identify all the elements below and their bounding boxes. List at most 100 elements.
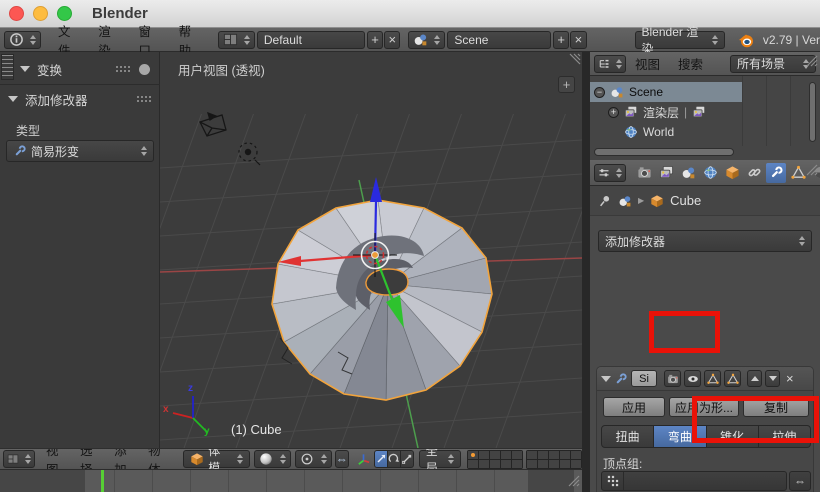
mode-bend-button[interactable]: 弯曲	[654, 425, 707, 448]
screen-layout-select[interactable]: Default	[256, 30, 365, 49]
scene-icon-button[interactable]	[408, 30, 446, 49]
mode-stretch-button[interactable]: 拉伸	[758, 425, 811, 448]
apply-button[interactable]: 应用	[603, 397, 665, 417]
current-frame-marker[interactable]	[101, 470, 104, 492]
window-zoom-button[interactable]	[57, 6, 72, 21]
render-camera-icon	[637, 165, 652, 180]
transform-orientation-select[interactable]: 全局	[418, 449, 461, 469]
window-minimize-button[interactable]	[33, 6, 48, 21]
camera-object-icon[interactable]	[199, 111, 227, 137]
add-modifier-dropdown[interactable]: 添加修改器	[598, 230, 812, 252]
view3d-editor-type-button[interactable]	[3, 450, 35, 468]
menu-view3d-object[interactable]: 物体	[139, 449, 173, 469]
copy-button[interactable]: 复制	[743, 397, 809, 417]
menu-view3d-select[interactable]: 选择	[71, 449, 105, 469]
region-resize-grip[interactable]	[569, 53, 581, 65]
mode-taper-button[interactable]: 锥化	[706, 425, 759, 448]
vertex-group-field[interactable]	[601, 471, 787, 491]
updown-arrows-icon	[234, 454, 243, 464]
timeline-strip[interactable]	[0, 470, 582, 492]
separator-pipe: |	[684, 105, 688, 119]
scene-icon	[413, 32, 428, 47]
outliner-menu-search[interactable]: 搜索	[669, 54, 712, 73]
expand-expander-icon[interactable]: +	[608, 106, 619, 118]
screen-layout-icon-button[interactable]	[217, 30, 255, 49]
viewport-visibility-toggle[interactable]	[684, 370, 701, 387]
modifier-name-field[interactable]: Si	[631, 370, 657, 387]
window-close-button[interactable]	[9, 6, 24, 21]
mini-axis-gizmo	[172, 396, 208, 433]
move-modifier-up-button[interactable]	[747, 370, 762, 387]
tab-object[interactable]	[722, 163, 742, 183]
edit-mode-toggle[interactable]	[704, 370, 721, 387]
viewport-canvas[interactable]	[160, 52, 582, 448]
region-grip-icon[interactable]	[1, 54, 14, 80]
collapse-arrow-icon[interactable]	[601, 375, 611, 382]
outliner-row-scene[interactable]: − Scene	[590, 82, 742, 102]
outliner-menu-view[interactable]: 视图	[626, 54, 669, 73]
scene-select[interactable]: Scene	[447, 30, 552, 49]
region-resize-grip[interactable]	[805, 54, 819, 68]
translate-manipulator-button[interactable]	[373, 450, 388, 468]
pivot-point-select[interactable]	[294, 450, 332, 468]
render-layers-icon	[659, 165, 674, 180]
tab-scene[interactable]	[678, 163, 698, 183]
interaction-mode-select[interactable]: 物体模式	[183, 449, 250, 469]
outliner-row-renderlayer[interactable]: + 渲染层 |	[608, 102, 808, 122]
transform-panel-header[interactable]: 变换	[20, 60, 156, 78]
open-properties-region-button[interactable]: +	[558, 76, 575, 93]
updown-arrows-icon	[27, 34, 36, 45]
chain-link-icon	[747, 165, 762, 180]
render-engine-select[interactable]: Blender 渲染	[634, 25, 725, 56]
viewport-shading-select[interactable]	[253, 450, 291, 468]
apply-as-shape-button[interactable]: 应用为形...	[669, 397, 739, 417]
type-label: 类型	[16, 124, 41, 138]
outliner-horizontal-scrollbar[interactable]	[594, 148, 734, 156]
modifier-type-value: 简易形变	[31, 144, 80, 159]
add-modifier-label: 添加修改器	[605, 234, 666, 249]
edit-mode-icon	[707, 373, 719, 385]
add-scene-button[interactable]: +	[553, 30, 570, 49]
region-divider[interactable]	[582, 52, 590, 492]
outliner-row-world[interactable]: World	[624, 122, 804, 142]
info-editor-type-button[interactable]	[4, 30, 41, 49]
cage-mode-toggle[interactable]	[724, 370, 741, 387]
tab-render-layers[interactable]	[656, 163, 676, 183]
invert-vertex-group-button[interactable]: ⇔	[789, 471, 811, 491]
region-resize-grip[interactable]	[567, 474, 581, 488]
move-modifier-down-button[interactable]	[765, 370, 780, 387]
scale-manipulator-button[interactable]	[400, 450, 414, 468]
mode-twist-button[interactable]: 扭曲	[601, 425, 655, 448]
region-resize-grip[interactable]	[805, 163, 819, 177]
manipulator-toggle-button[interactable]: ⇔	[334, 450, 349, 468]
menu-view3d-view[interactable]: 视图	[37, 449, 71, 469]
menu-view3d-add[interactable]: 添加	[105, 449, 139, 469]
close-scene-button[interactable]: ×	[570, 30, 587, 49]
pin-icon[interactable]	[598, 194, 612, 208]
add-modifier-panel-header[interactable]: 添加修改器	[8, 90, 154, 108]
collapse-expander-icon[interactable]: −	[594, 86, 605, 98]
tab-world[interactable]	[700, 163, 720, 183]
delete-modifier-button[interactable]: ×	[786, 371, 794, 386]
collapse-arrow-icon	[20, 66, 30, 72]
viewport-3d[interactable]: 用户视图 (透视) + x z y (1) Cube	[160, 52, 582, 448]
modifier-type-select[interactable]: 简易形变	[6, 140, 154, 162]
layers-grid-2[interactable]	[526, 449, 582, 469]
layers-grid[interactable]	[467, 449, 523, 469]
close-layout-button[interactable]: ×	[384, 30, 401, 49]
add-layout-button[interactable]: +	[367, 30, 384, 49]
panel-grip-icon[interactable]	[116, 65, 131, 73]
properties-editor-type-button[interactable]	[594, 163, 626, 182]
render-visibility-toggle[interactable]	[664, 370, 681, 387]
outliner-editor-type-button[interactable]	[594, 54, 626, 73]
panel-grip-icon[interactable]	[137, 95, 152, 103]
tab-modifiers[interactable]	[766, 162, 786, 183]
blender-window: Blender 文件 渲染 窗口 帮助 Default + × Scene + …	[0, 0, 820, 492]
tab-constraints[interactable]	[744, 163, 764, 183]
outliner-display-filter-select[interactable]: 所有场景	[730, 54, 816, 73]
tab-render[interactable]	[634, 163, 654, 183]
torus-object[interactable]	[271, 199, 493, 401]
rotate-manipulator-button[interactable]	[387, 450, 401, 468]
updown-arrows-icon	[796, 236, 805, 246]
outliner-vertical-scrollbar[interactable]	[809, 82, 816, 142]
